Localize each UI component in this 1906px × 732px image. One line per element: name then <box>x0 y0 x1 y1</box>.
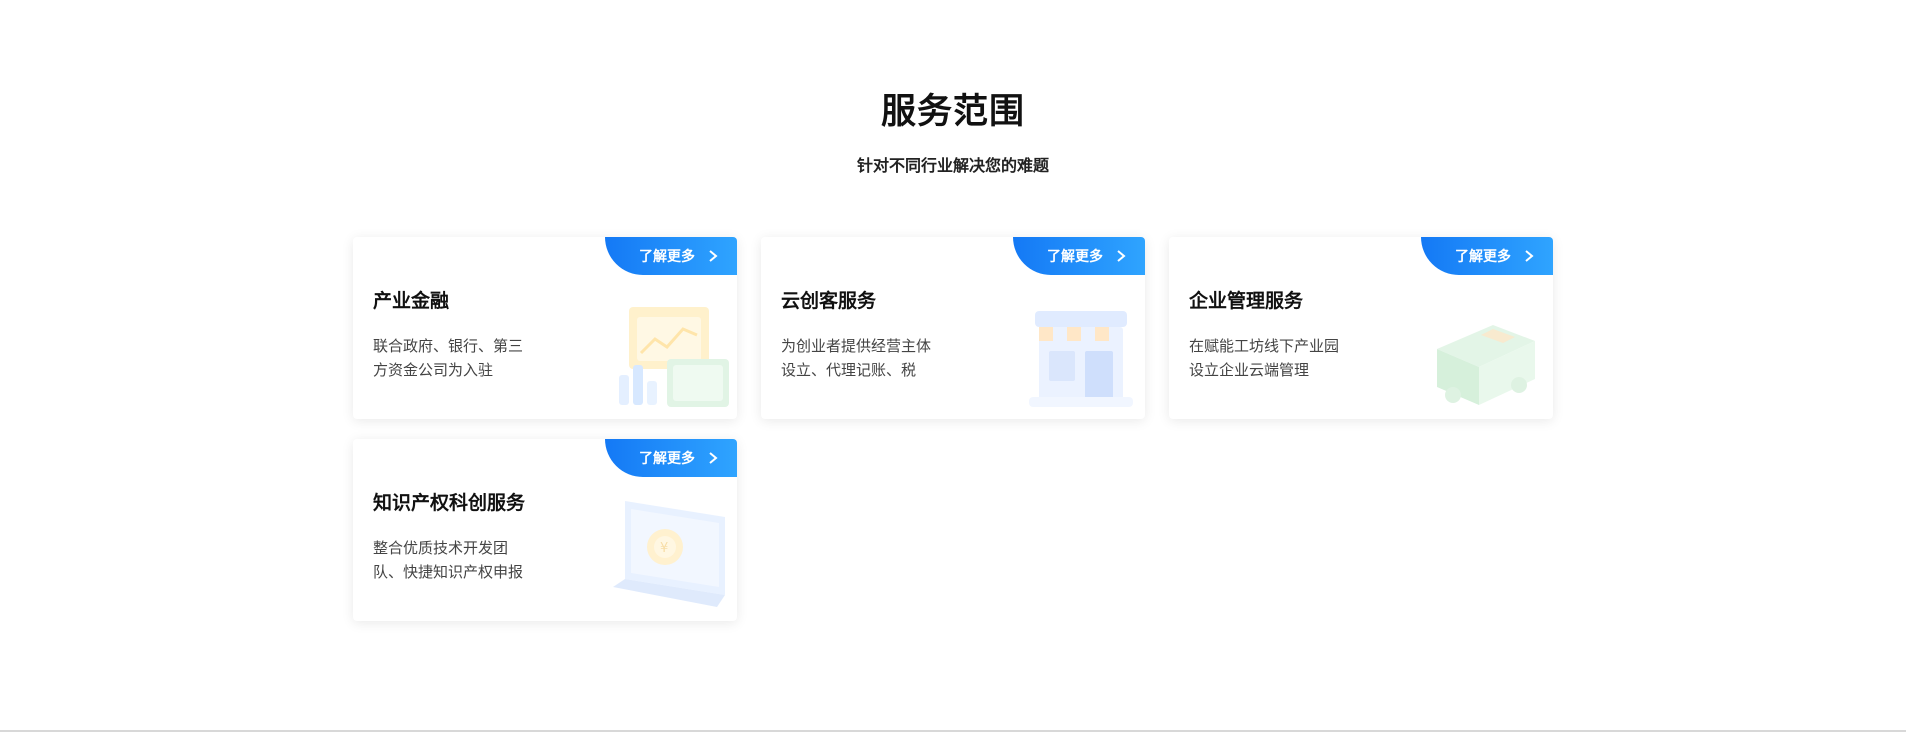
chevron-right-icon <box>709 250 718 262</box>
learn-more-button[interactable]: 了解更多 <box>1421 237 1553 275</box>
chevron-right-icon <box>709 452 718 464</box>
learn-more-button[interactable]: 了解更多 <box>1013 237 1145 275</box>
learn-more-label: 了解更多 <box>639 249 695 265</box>
card-description: 整合优质技术开发团 队、快捷知识产权申报 <box>373 536 543 584</box>
card-description-line: 设立、代理记账、税 <box>781 361 917 379</box>
learn-more-button[interactable]: 了解更多 <box>605 439 737 477</box>
card-description: 为创业者提供经营主体 设立、代理记账、税 <box>781 334 951 382</box>
card-title: 产业金融 <box>373 290 450 312</box>
card-title: 云创客服务 <box>781 290 877 312</box>
laptop-coin-illustration-icon: ¥ <box>613 501 725 607</box>
card-description-line: 为创业者提供经营主体 <box>781 337 932 355</box>
card-title: 企业管理服务 <box>1189 290 1304 312</box>
learn-more-label: 了解更多 <box>1455 249 1511 265</box>
card-description-line: 方资金公司为入驻 <box>373 361 494 379</box>
card-title: 知识产权科创服务 <box>373 492 526 514</box>
card-description-line: 在赋能工坊线下产业园 <box>1189 337 1340 355</box>
card-description-line: 联合政府、银行、第三 <box>373 337 524 355</box>
card-description: 联合政府、银行、第三 方资金公司为入驻 <box>373 334 543 382</box>
card-description-line: 设立企业云端管理 <box>1189 361 1310 379</box>
section-title: 服务范围 <box>880 92 1025 132</box>
storefront-illustration-icon <box>1029 311 1133 407</box>
card-description-line: 整合优质技术开发团 <box>373 539 509 557</box>
card-description-line: 队、快捷知识产权申报 <box>373 563 524 581</box>
card-description: 在赋能工坊线下产业园 设立企业云端管理 <box>1189 334 1359 382</box>
finance-chart-illustration-icon <box>619 307 729 407</box>
learn-more-label: 了解更多 <box>639 451 695 467</box>
section-subtitle: 针对不同行业解决您的难题 <box>856 156 1049 175</box>
delivery-truck-illustration-icon <box>1437 325 1535 405</box>
learn-more-label: 了解更多 <box>1047 249 1103 265</box>
chevron-right-icon <box>1525 250 1534 262</box>
service-card-ip-innovation[interactable]: ¥ 了解更多 知识产权科创服务 整合优质技术开发团 队、快捷知识产权申报 <box>353 439 737 621</box>
chevron-right-icon <box>1117 250 1126 262</box>
svg-text:¥: ¥ <box>660 541 668 556</box>
service-card-enterprise-management[interactable]: 了解更多 企业管理服务 在赋能工坊线下产业园 设立企业云端管理 <box>1169 237 1553 419</box>
service-card-cloud-maker[interactable]: 了解更多 云创客服务 为创业者提供经营主体 设立、代理记账、税 <box>761 237 1145 419</box>
service-card-industry-finance[interactable]: 了解更多 产业金融 联合政府、银行、第三 方资金公司为入驻 <box>353 237 737 419</box>
learn-more-button[interactable]: 了解更多 <box>605 237 737 275</box>
